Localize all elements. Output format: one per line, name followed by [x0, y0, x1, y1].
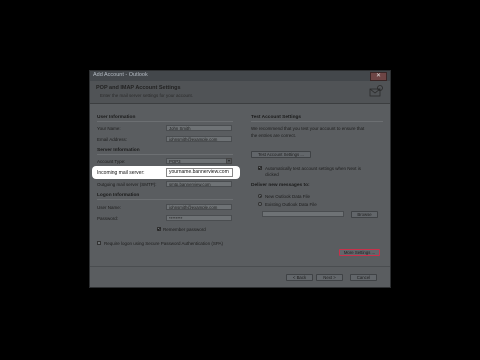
user-name-field[interactable]: johnsmith@example.com	[166, 204, 232, 210]
email-field[interactable]: johnsmith@example.com	[166, 136, 232, 142]
spa-checkbox[interactable]	[97, 241, 101, 245]
user-information-heading: User Information	[97, 115, 136, 120]
next-button[interactable]: Next >	[316, 274, 343, 281]
email-label: Email Address:	[97, 137, 128, 142]
test-description-line1: We recommend that you test your account …	[251, 126, 365, 131]
password-field[interactable]: ********	[166, 215, 232, 221]
cancel-button[interactable]: Cancel	[350, 274, 377, 281]
spa-label: Require logon using Secure Password Auth…	[104, 241, 223, 246]
check-icon	[157, 227, 161, 231]
outgoing-server-field[interactable]: smtp.bannerview.com	[166, 181, 232, 187]
divider	[97, 121, 233, 122]
auto-test-label-line2: clicked	[265, 172, 279, 177]
account-type-select[interactable]: POP3	[166, 158, 232, 164]
your-name-field[interactable]: John Smith	[166, 125, 232, 131]
chevron-down-icon[interactable]: ▾	[226, 158, 232, 164]
password-label: Password:	[97, 216, 119, 221]
close-button[interactable]: ✕	[370, 72, 387, 81]
divider	[251, 121, 383, 122]
your-name-label: Your Name:	[97, 126, 121, 131]
new-data-file-radio[interactable]	[258, 194, 262, 198]
remember-password-checkbox[interactable]	[157, 227, 161, 231]
server-information-heading: Server Information	[97, 148, 140, 153]
browse-button[interactable]: Browse	[351, 211, 378, 218]
logon-information-heading: Logon Information	[97, 193, 140, 198]
divider	[97, 154, 233, 155]
check-icon	[258, 166, 262, 170]
title-bar: Add Account - Outlook ✕	[90, 71, 390, 81]
dialog-header: POP and IMAP Account Settings Enter the …	[90, 81, 390, 104]
user-name-label: User Name:	[97, 205, 122, 210]
divider	[97, 199, 233, 200]
remember-password-label: Remember password	[163, 227, 206, 232]
existing-data-file-label: Existing Outlook Data File	[265, 202, 317, 207]
header-title: POP and IMAP Account Settings	[96, 85, 181, 91]
more-settings-button[interactable]: More Settings ...	[339, 249, 380, 256]
footer-divider	[90, 266, 390, 267]
header-subtitle: Enter the mail server settings for your …	[100, 93, 194, 98]
mail-settings-icon	[369, 85, 383, 97]
auto-test-checkbox[interactable]	[258, 166, 262, 170]
window-title: Add Account - Outlook	[93, 72, 148, 78]
incoming-server-field[interactable]: yourname.bannerview.com	[166, 168, 233, 177]
back-button[interactable]: < Back	[286, 274, 313, 281]
new-data-file-label: New Outlook Data File	[265, 194, 311, 199]
test-account-settings-button[interactable]: Test Account Settings ...	[251, 151, 311, 158]
data-file-path-field[interactable]	[262, 211, 344, 217]
deliver-heading: Deliver new messages to:	[251, 183, 310, 188]
existing-data-file-radio[interactable]	[258, 202, 262, 206]
auto-test-label-line1: Automatically test account settings when…	[265, 166, 362, 171]
account-type-label: Account Type:	[97, 159, 126, 164]
incoming-server-label: Incoming mail server:	[97, 170, 145, 176]
test-description-line2: the entries are correct.	[251, 133, 297, 138]
test-settings-heading: Test Account Settings	[251, 115, 302, 120]
outgoing-server-label: Outgoing mail server (SMTP):	[97, 182, 157, 187]
